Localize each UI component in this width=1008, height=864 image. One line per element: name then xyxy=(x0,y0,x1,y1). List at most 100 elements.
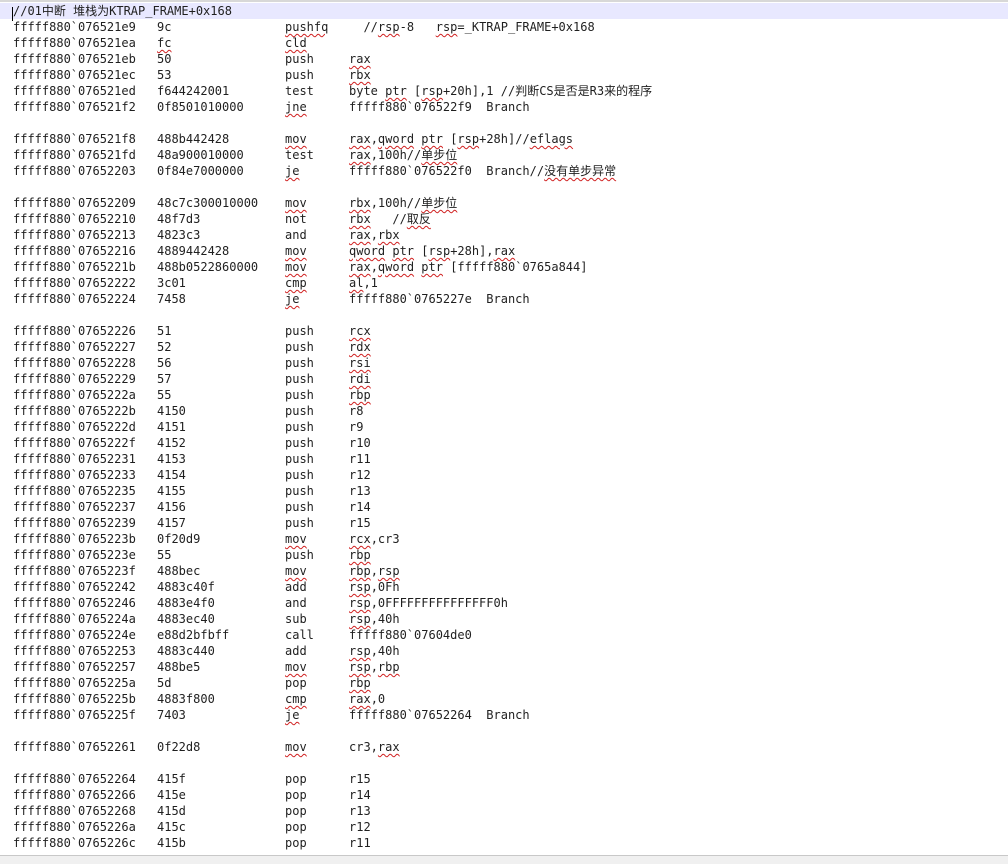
spell-error-token: mov xyxy=(285,532,307,546)
disasm-line[interactable]: fffff880`0765222d 4151 push r9 xyxy=(0,419,1008,435)
opcode-bytes: 415d xyxy=(157,804,186,818)
spell-error-token: fc xyxy=(157,36,172,50)
disasm-line[interactable]: fffff880`0765222b 4150 push r8 xyxy=(0,403,1008,419)
spell-error-token: rsp xyxy=(457,132,480,146)
mnemonic: push xyxy=(285,548,314,562)
opcode-bytes: 9c xyxy=(157,20,172,34)
disasm-line[interactable]: fffff880`07652216 4889442428 mov qword ptr … xyxy=(0,243,1008,259)
disasm-line[interactable]: fffff880`07652246 4883e4f0 and rsp,0FFFFFFF… xyxy=(0,595,1008,611)
text-editor[interactable]: //01中断 堆栈为KTRAP_FRAME+0x168 fffff880`0765… xyxy=(0,3,1008,855)
disasm-line[interactable]: fffff880`076521f2 0f8501010000 jne fffff880… xyxy=(0,99,1008,115)
disasm-line[interactable]: fffff880`07652227 52 push rdx xyxy=(0,339,1008,355)
opcode-bytes: 488be5 xyxy=(157,660,201,674)
disasm-line[interactable]: fffff880`07652261 0f22d8 mov cr3,rax xyxy=(0,739,1008,755)
disasm-line[interactable]: fffff880`07652209 48c7c300010000 mov rbx,10… xyxy=(0,195,1008,211)
disasm-line[interactable]: fffff880`0765223b 0f20d9 mov rcx,cr3 xyxy=(0,531,1008,547)
instruction-address: fffff880`0765223e xyxy=(13,548,136,562)
disasm-line[interactable]: fffff880`07652268 415d pop r13 xyxy=(0,803,1008,819)
disasm-line[interactable]: fffff880`0765224e e88d2bfbff call fffff880`… xyxy=(0,627,1008,643)
disasm-line[interactable]: fffff880`07652210 48f7d3 not rbx //取反 xyxy=(0,211,1008,227)
disasm-line[interactable]: fffff880`0765226a 415c pop r12 xyxy=(0,819,1008,835)
instruction-address: fffff880`07652242 xyxy=(13,580,136,594)
opcode-bytes: 53 xyxy=(157,68,172,82)
opcode-bytes: 4156 xyxy=(157,500,186,514)
spell-error-token: rax xyxy=(349,692,371,706)
mnemonic: pop xyxy=(285,676,307,690)
instruction-address: fffff880`07652237 xyxy=(13,500,136,514)
spell-error-token: rbp xyxy=(349,548,371,562)
operands: fffff880`0765227e Branch xyxy=(349,292,530,306)
blank-line[interactable] xyxy=(0,723,1008,739)
disasm-line[interactable]: fffff880`0765225a 5d pop rbp xyxy=(0,675,1008,691)
disasm-line[interactable]: fffff880`076521ed f644242001 test byte ptr … xyxy=(0,83,1008,99)
blank-line[interactable] xyxy=(0,179,1008,195)
spell-error-token: rcx xyxy=(349,532,371,546)
disasm-line[interactable]: fffff880`07652228 56 push rsi xyxy=(0,355,1008,371)
mnemonic: push xyxy=(285,452,314,466)
operands: rdx xyxy=(349,339,371,355)
disasm-line[interactable]: fffff880`076521fd 48a900010000 test rax,100… xyxy=(0,147,1008,163)
disasm-line[interactable]: fffff880`07652231 4153 push r11 xyxy=(0,451,1008,467)
mnemonic: and xyxy=(285,228,307,242)
blank-line[interactable] xyxy=(0,755,1008,771)
mnemonic: mov xyxy=(285,243,307,259)
disasm-line[interactable]: fffff880`07652242 4883c40f add rsp,0Fh xyxy=(0,579,1008,595)
disasm-line[interactable]: fffff880`076521ea fc cld xyxy=(0,35,1008,51)
mnemonic: push xyxy=(285,356,314,370)
disasm-line[interactable]: fffff880`07652235 4155 push r13 xyxy=(0,483,1008,499)
disasm-line[interactable]: fffff880`076521e9 9c pushfq //rsp-8 rsp=_K… xyxy=(0,19,1008,35)
line-text: //01中断 堆栈为KTRAP_FRAME+0x168 xyxy=(13,4,232,18)
disasm-line[interactable]: fffff880`07652257 488be5 mov rsp,rbp xyxy=(0,659,1008,675)
comment-line[interactable]: //01中断 堆栈为KTRAP_FRAME+0x168 xyxy=(0,3,1008,21)
disasm-line[interactable]: fffff880`076521ec 53 push rbx xyxy=(0,67,1008,83)
spell-error-token: rbp xyxy=(349,676,371,690)
instruction-address: fffff880`07652216 xyxy=(13,244,136,258)
disasm-line[interactable]: fffff880`0765226c 415b pop r11 xyxy=(0,835,1008,851)
mnemonic: push xyxy=(285,340,314,354)
spell-error-token: rax xyxy=(349,228,371,242)
disasm-line[interactable]: fffff880`07652237 4156 push r14 xyxy=(0,499,1008,515)
disasm-line[interactable]: fffff880`07652266 415e pop r14 xyxy=(0,787,1008,803)
mnemonic: mov xyxy=(285,739,307,755)
disasm-line[interactable]: fffff880`0765222f 4152 push r10 xyxy=(0,435,1008,451)
disasm-line[interactable]: fffff880`0765225b 4883f800 cmp rax,0 xyxy=(0,691,1008,707)
instruction-address: fffff880`076521f8 xyxy=(13,132,136,146)
spell-error-token: mov xyxy=(285,260,307,274)
disasm-line[interactable]: fffff880`076521eb 50 push rax xyxy=(0,51,1008,67)
blank-line[interactable] xyxy=(0,115,1008,131)
spell-error-token: rax xyxy=(377,740,400,754)
operands: rsp,0Fh xyxy=(349,580,400,594)
disasm-line[interactable]: fffff880`07652239 4157 push r15 xyxy=(0,515,1008,531)
disasm-line[interactable]: fffff880`0765222a 55 push rbp xyxy=(0,387,1008,403)
disasm-line[interactable]: fffff880`07652224 7458 je fffff880`0765227e… xyxy=(0,291,1008,307)
disasm-line[interactable]: fffff880`07652233 4154 push r12 xyxy=(0,467,1008,483)
spell-error-token: rbp xyxy=(349,388,371,402)
disasm-line[interactable]: fffff880`0765223f 488bec mov rbp,rsp xyxy=(0,563,1008,579)
disasm-line[interactable]: fffff880`076521f8 488b442428 mov rax,qword … xyxy=(0,131,1008,147)
spell-error-token: mov xyxy=(285,740,307,754)
instruction-address: fffff880`07652246 xyxy=(13,596,136,610)
operands: rbx //取反 xyxy=(349,212,431,226)
operands: rcx,cr3 xyxy=(349,532,400,546)
disasm-line[interactable]: fffff880`07652213 4823c3 and rax,rbx xyxy=(0,227,1008,243)
mnemonic: sub xyxy=(285,612,307,626)
instruction-address: fffff880`076521f2 xyxy=(13,100,136,114)
disasm-line[interactable]: fffff880`0765225f 7403 je fffff880`07652264… xyxy=(0,707,1008,723)
disasm-line[interactable]: fffff880`0765223e 55 push rbp xyxy=(0,547,1008,563)
disasm-line[interactable]: fffff880`07652264 415f pop r15 xyxy=(0,771,1008,787)
blank-line[interactable] xyxy=(0,307,1008,323)
operands: r14 xyxy=(349,500,371,514)
disasm-line[interactable]: fffff880`07652229 57 push rdi xyxy=(0,371,1008,387)
spell-error-token: rsp xyxy=(349,612,371,626)
disasm-line[interactable]: fffff880`0765224a 4883ec40 sub rsp,40h xyxy=(0,611,1008,627)
disasm-line[interactable]: fffff880`07652203 0f84e7000000 je fffff880`… xyxy=(0,163,1008,179)
disasm-line[interactable]: fffff880`0765221b 488b0522860000 mov rax,qw… xyxy=(0,259,1008,275)
mnemonic: and xyxy=(285,596,307,610)
instruction-address: fffff880`07652224 xyxy=(13,292,136,306)
spell-error-token: rbx xyxy=(349,68,371,82)
disasm-line[interactable]: fffff880`07652222 3c01 cmp al,1 xyxy=(0,275,1008,291)
spell-error-token: ptr xyxy=(385,84,407,98)
disasm-line[interactable]: fffff880`07652226 51 push rcx xyxy=(0,323,1008,339)
disasm-line[interactable]: fffff880`07652253 4883c440 add rsp,40h xyxy=(0,643,1008,659)
opcode-bytes: 7458 xyxy=(157,292,186,306)
